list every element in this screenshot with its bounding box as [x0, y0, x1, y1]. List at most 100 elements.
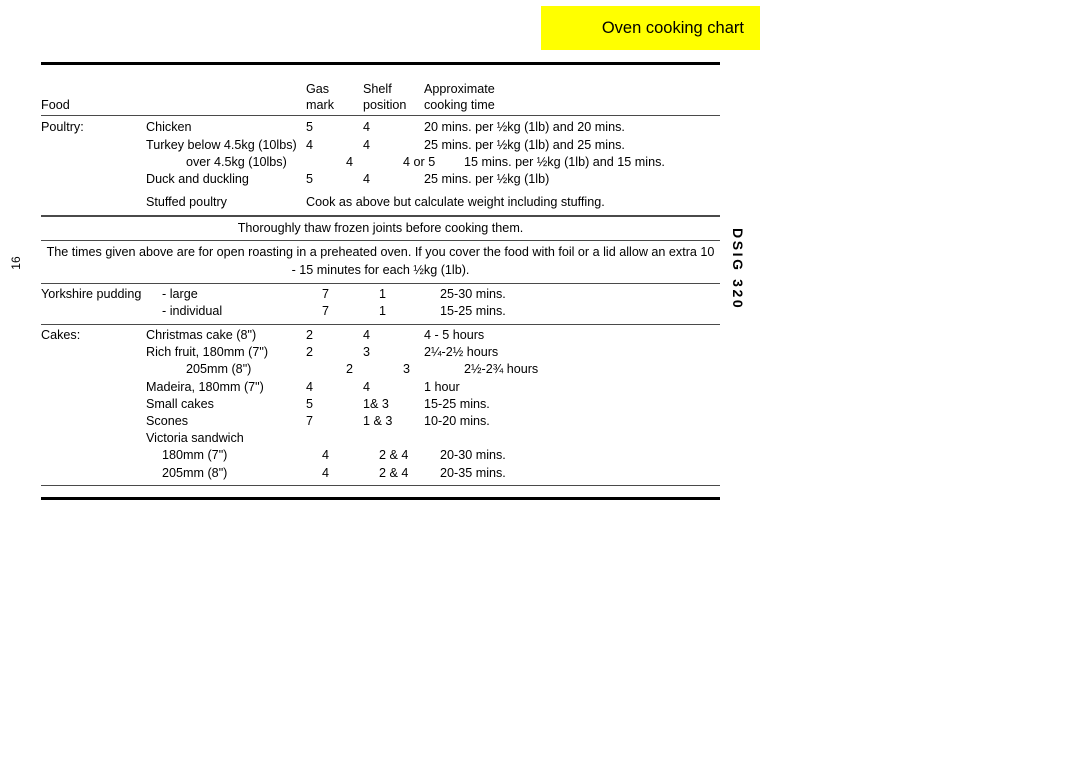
table-row: 180mm (7") 4 2 & 4 20-30 mins. — [41, 447, 720, 464]
cooking-time: 2½-2¾ hours — [464, 362, 539, 377]
shelf-position: 1 & 3 — [363, 414, 393, 428]
food-item: - large — [162, 287, 198, 302]
header-shelf-line2: position — [363, 98, 407, 112]
shelf-position: 4 — [363, 137, 371, 152]
header-time-line2: cooking time — [424, 98, 495, 112]
group-label-cakes: Cakes: — [41, 327, 81, 342]
table-header: Gas Shelf Approximate Food mark position… — [41, 65, 720, 115]
table-row: Victoria sandwich — [41, 430, 720, 447]
table-row: Duck and duckling 5 4 25 mins. per ½kg (… — [41, 171, 720, 188]
gas-mark: 7 — [322, 304, 330, 319]
cooking-time: 15-25 mins. — [440, 304, 506, 319]
stuffed-poultry-note: Cook as above but calculate weight inclu… — [306, 195, 605, 210]
note-thaw: Thoroughly thaw frozen joints before coo… — [237, 220, 524, 235]
cooking-time: 15 mins. per ½kg (1lb) and 15 mins. — [464, 154, 665, 169]
note-open-roasting: The times given above are for open roast… — [46, 245, 715, 277]
cooking-time: 1 hour — [424, 379, 460, 394]
yorkshire-pudding-section: Yorkshire pudding - large 7 1 25-30 mins… — [41, 284, 720, 323]
gas-mark: 5 — [306, 396, 314, 411]
shelf-position: 3 — [363, 345, 371, 360]
food-item: Chicken — [146, 120, 192, 135]
table-row: 205mm (8") 2 3 2½-2¾ hours — [41, 361, 720, 378]
shelf-position: 1& 3 — [363, 396, 389, 411]
shelf-position: 4 — [363, 120, 371, 135]
table-row: - individual 7 1 15-25 mins. — [41, 303, 720, 320]
cooking-time: 20-35 mins. — [440, 465, 506, 480]
shelf-position: 2 & 4 — [379, 448, 409, 463]
table-row: Turkey below 4.5kg (10lbs) 4 4 25 mins. … — [41, 137, 720, 154]
table-row: Poultry: Chicken 5 4 20 mins. per ½kg (1… — [41, 119, 720, 136]
table-row: 205mm (8") 4 2 & 4 20-35 mins. — [41, 465, 720, 482]
food-item: 205mm (8") — [186, 362, 252, 377]
cooking-time: 15-25 mins. — [424, 396, 490, 411]
gas-mark: 2 — [306, 327, 314, 342]
table-row: Stuffed poultry Cook as above but calcul… — [41, 194, 720, 211]
header-gas-line2: mark — [306, 98, 334, 112]
cooking-time: 4 - 5 hours — [424, 327, 485, 342]
group-label-yorkshire: Yorkshire pudding — [41, 287, 142, 302]
table-header-row-2: Food mark position cooking time — [41, 97, 720, 113]
food-item: Turkey below 4.5kg (10lbs) — [146, 137, 297, 152]
header-shelf-line1: Shelf — [363, 82, 392, 96]
gas-mark: 2 — [346, 362, 354, 377]
shelf-position: 4 or 5 — [403, 154, 436, 169]
table-row: Madeira, 180mm (7") 4 4 1 hour — [41, 379, 720, 396]
poultry-section: Poultry: Chicken 5 4 20 mins. per ½kg (1… — [41, 116, 720, 215]
food-item: over 4.5kg (10lbs) — [186, 154, 287, 169]
model-code-label: DSIG 320 — [730, 228, 746, 311]
cakes-section: Cakes: Christmas cake (8") 2 4 4 - 5 hou… — [41, 325, 720, 485]
table-row: Small cakes 5 1& 3 15-25 mins. — [41, 396, 720, 413]
gas-mark: 4 — [322, 465, 330, 480]
shelf-position: 3 — [403, 362, 411, 377]
food-item: 205mm (8") — [162, 465, 228, 480]
oven-cooking-chart-table: Gas Shelf Approximate Food mark position… — [41, 62, 720, 501]
food-item: Duck and duckling — [146, 172, 249, 186]
table-row: Rich fruit, 180mm (7") 2 3 2¼-2½ hours — [41, 344, 720, 361]
table-bottom-rule — [41, 497, 720, 501]
cooking-time: 2¼-2½ hours — [424, 345, 499, 360]
header-gas-line1: Gas — [306, 82, 330, 96]
food-item: Victoria sandwich — [146, 431, 244, 446]
cooking-time: 10-20 mins. — [424, 414, 490, 428]
header-time-line1: Approximate — [424, 82, 495, 96]
food-item: Madeira, 180mm (7") — [146, 379, 264, 394]
cooking-time: 25 mins. per ½kg (1lb) — [424, 172, 550, 186]
food-item: Christmas cake (8") — [146, 327, 257, 342]
group-label-poultry: Poultry: — [41, 120, 84, 135]
gas-mark: 4 — [306, 379, 314, 394]
shelf-position: 2 & 4 — [379, 465, 409, 480]
gas-mark: 7 — [322, 287, 330, 302]
gas-mark: 7 — [306, 414, 314, 428]
table-row: over 4.5kg (10lbs) 4 4 or 5 15 mins. per… — [41, 154, 720, 171]
table-row: Cakes: Christmas cake (8") 2 4 4 - 5 hou… — [41, 327, 720, 344]
gas-mark: 4 — [322, 448, 330, 463]
header-banner: Oven cooking chart — [541, 6, 760, 50]
table-row: Yorkshire pudding - large 7 1 25-30 mins… — [41, 286, 720, 303]
bottom-gap — [41, 486, 720, 497]
page-number: 16 — [9, 256, 23, 270]
shelf-position: 1 — [379, 287, 387, 302]
shelf-position: 4 — [363, 379, 371, 394]
shelf-position: 4 — [363, 327, 371, 342]
gas-mark: 4 — [346, 154, 354, 169]
food-item: Stuffed poultry — [146, 195, 227, 210]
cooking-time: 25 mins. per ½kg (1lb) and 25 mins. — [424, 137, 625, 152]
shelf-position: 4 — [363, 172, 371, 186]
gas-mark: 4 — [306, 137, 314, 152]
gas-mark: 5 — [306, 172, 314, 186]
cooking-time: 20 mins. per ½kg (1lb) and 20 mins. — [424, 120, 625, 135]
gas-mark: 2 — [306, 345, 314, 360]
cooking-time: 20-30 mins. — [440, 448, 506, 463]
shelf-position: 1 — [379, 304, 387, 319]
page-title: Oven cooking chart — [601, 18, 744, 37]
food-item: Small cakes — [146, 396, 214, 411]
table-header-row-1: Gas Shelf Approximate — [41, 81, 720, 97]
table-row: Scones 7 1 & 3 10-20 mins. — [41, 413, 720, 430]
food-item: 180mm (7") — [162, 448, 228, 463]
food-item: - individual — [162, 304, 223, 319]
food-item: Rich fruit, 180mm (7") — [146, 345, 269, 360]
cooking-time: 25-30 mins. — [440, 287, 506, 302]
gas-mark: 5 — [306, 120, 314, 135]
header-food-line2: Food — [41, 98, 70, 112]
food-item: Scones — [146, 414, 189, 428]
